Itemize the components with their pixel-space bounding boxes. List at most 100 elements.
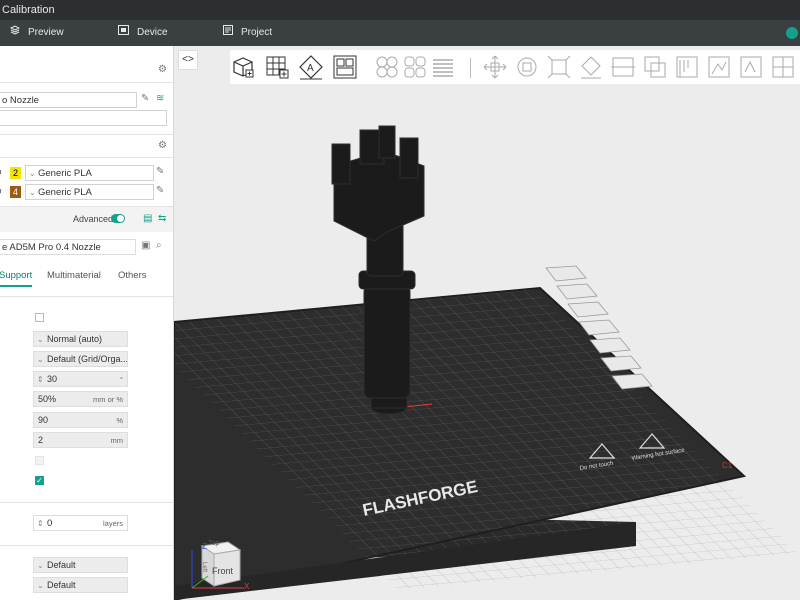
support-type-value: Default (Grid/Orga... bbox=[47, 354, 128, 364]
option-checkbox-checked[interactable]: ✓ bbox=[35, 476, 44, 485]
advanced-label: Advanced bbox=[73, 214, 114, 224]
cut-tool-button[interactable] bbox=[610, 54, 636, 80]
split-parts-button[interactable] bbox=[402, 54, 428, 80]
text-tool-button[interactable] bbox=[738, 54, 764, 80]
boolean-icon bbox=[644, 56, 666, 78]
seam-paint-button[interactable] bbox=[706, 54, 732, 80]
add-plate-button[interactable] bbox=[264, 54, 290, 80]
viewport-toolbar: A bbox=[230, 50, 800, 84]
density-input[interactable]: 50% mm or % bbox=[33, 391, 128, 407]
threshold-angle-input[interactable]: ⇕ 30 ° bbox=[33, 371, 128, 387]
navcube-front-label: Front bbox=[212, 566, 234, 576]
scale-tool-button[interactable] bbox=[546, 54, 572, 80]
default-value-1: Default bbox=[47, 560, 76, 570]
overlap-unit: % bbox=[116, 416, 123, 425]
boolean-button[interactable] bbox=[642, 54, 668, 80]
device-icon bbox=[118, 20, 129, 46]
layers-icon bbox=[433, 59, 453, 77]
menu-project[interactable]: Project bbox=[223, 20, 272, 46]
chevron-down-icon: ⌄ bbox=[37, 335, 44, 344]
wifi-icon[interactable]: ≋ bbox=[156, 93, 164, 104]
split-objects-button[interactable] bbox=[374, 54, 400, 80]
bed-corner-mark: C1 bbox=[722, 461, 733, 470]
rotate-tool-button[interactable] bbox=[514, 54, 540, 80]
menu-preview[interactable]: Preview bbox=[9, 20, 64, 46]
scene-canvas: Do not touch Warning hot surface C1 FLAS… bbox=[174, 125, 799, 600]
advanced-toggle[interactable] bbox=[111, 214, 125, 223]
distance-value: 2 bbox=[38, 435, 44, 445]
top-menubar: Preview Device Project bbox=[0, 20, 800, 46]
tab-others[interactable]: Others bbox=[118, 270, 147, 281]
navcube-top-label: Top bbox=[208, 540, 220, 547]
axis-z-label: Z bbox=[202, 542, 207, 551]
stepper-icon[interactable]: ⇕ bbox=[37, 516, 44, 530]
filament-index-1[interactable]: 2 bbox=[10, 167, 21, 179]
lay-on-face-button[interactable] bbox=[578, 54, 604, 80]
project-icon bbox=[223, 20, 233, 46]
printer-settings-icon[interactable]: ⚙ bbox=[158, 64, 167, 75]
distance-unit: mm bbox=[110, 436, 124, 445]
default-value-2: Default bbox=[47, 580, 76, 590]
support-style-select[interactable]: ⌄ Normal (auto) bbox=[33, 331, 128, 347]
support-paint-button[interactable] bbox=[674, 54, 700, 80]
grid-plus-icon bbox=[266, 56, 289, 79]
cut-icon bbox=[611, 57, 635, 77]
move-tool-button[interactable] bbox=[482, 54, 508, 80]
support-type-select[interactable]: ⌄ Default (Grid/Orga... bbox=[33, 351, 128, 367]
search-icon[interactable]: ⌕ bbox=[156, 240, 162, 251]
filament-clip-icon-1: ◐ bbox=[0, 167, 4, 178]
filament-select-1[interactable]: ⌄ Generic PLA bbox=[25, 165, 154, 181]
stepper-icon[interactable]: ⇕ bbox=[37, 372, 44, 386]
add-object-button[interactable] bbox=[230, 54, 256, 80]
threshold-value: 30 bbox=[47, 374, 58, 384]
navigation-cube[interactable]: Top Front Left Z X bbox=[188, 536, 250, 596]
layers-button[interactable] bbox=[430, 54, 456, 80]
density-unit: mm or % bbox=[93, 395, 123, 404]
edit-icon[interactable]: ✎ bbox=[156, 166, 164, 177]
auto-orient-button[interactable]: A bbox=[298, 54, 324, 80]
filament-clip-icon-2: ◐ bbox=[0, 186, 4, 197]
arrange-icon bbox=[333, 55, 357, 79]
axis-x-label: X bbox=[244, 582, 250, 591]
distance-input[interactable]: 2 mm bbox=[33, 432, 128, 448]
overlap-value: 90 bbox=[38, 415, 49, 425]
svg-text:A: A bbox=[307, 63, 314, 74]
filament-name-1: Generic PLA bbox=[38, 168, 92, 179]
split-parts-icon bbox=[404, 56, 426, 78]
text-tool-icon bbox=[740, 56, 762, 78]
filament-select-2[interactable]: ⌄ Generic PLA bbox=[25, 184, 154, 200]
plate-input[interactable] bbox=[0, 110, 167, 126]
menu-device[interactable]: Device bbox=[118, 20, 168, 46]
chevron-down-icon: ⌄ bbox=[37, 561, 44, 570]
overlap-input[interactable]: 90 % bbox=[33, 412, 128, 428]
menu-device-label: Device bbox=[137, 27, 168, 38]
default-select-1[interactable]: ⌄ Default bbox=[33, 557, 128, 573]
edit-icon[interactable]: ✎ bbox=[156, 185, 164, 196]
compare-icon[interactable]: ▤ bbox=[143, 213, 152, 224]
layers-input[interactable]: ⇕ 0 layers bbox=[33, 515, 128, 531]
3d-viewport[interactable]: <> Do not touch Warning hot surface C1 F… bbox=[174, 46, 800, 600]
edit-icon[interactable]: ✎ bbox=[141, 93, 149, 104]
status-badge[interactable] bbox=[786, 27, 798, 39]
navcube-left-label: Left bbox=[201, 562, 207, 573]
filament-settings-icon[interactable]: ⚙ bbox=[158, 140, 167, 151]
default-select-2[interactable]: ⌄ Default bbox=[33, 577, 128, 593]
mesh-tool-button[interactable] bbox=[770, 54, 796, 80]
chevron-down-icon: ⌄ bbox=[29, 169, 36, 178]
scale-icon bbox=[547, 55, 571, 79]
enable-support-checkbox[interactable] bbox=[35, 313, 44, 322]
tab-support[interactable]: Support bbox=[0, 270, 32, 281]
save-icon[interactable]: ▣ bbox=[141, 240, 150, 251]
filament-index-2[interactable]: 4 bbox=[10, 186, 21, 198]
chevron-down-icon: ⌄ bbox=[37, 355, 44, 364]
layers-unit: layers bbox=[102, 519, 123, 528]
arrange-button[interactable] bbox=[332, 54, 358, 80]
process-preset-select[interactable]: e AD5M Pro 0.4 Nozzle bbox=[0, 239, 136, 255]
settings-sidebar: ⚙ o Nozzle ✎ ≋ ⚙ ◐ 2 ⌄ Generic PLA ✎ ◐ 4… bbox=[0, 46, 174, 600]
option-checkbox-disabled[interactable] bbox=[35, 456, 44, 465]
printer-select[interactable]: o Nozzle bbox=[0, 92, 137, 108]
tab-multimaterial[interactable]: Multimaterial bbox=[47, 270, 101, 281]
preview-icon bbox=[9, 20, 21, 46]
density-value: 50% bbox=[38, 394, 57, 404]
sync-icon[interactable]: ⇆ bbox=[158, 213, 166, 224]
